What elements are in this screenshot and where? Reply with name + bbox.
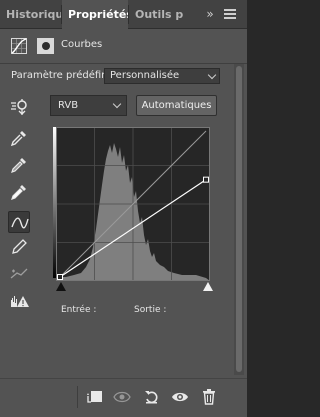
input-label: Entrée :	[61, 305, 97, 315]
tab-bar: Historique Propriétés Outils préc »	[0, 0, 247, 30]
reset-adjustments-icon[interactable]	[140, 385, 164, 409]
on-image-adjust-icon[interactable]	[9, 96, 31, 118]
white-point-eyedropper-icon[interactable]	[8, 181, 30, 203]
clipping-warning-icon[interactable]	[8, 290, 30, 312]
properties-panel: Historique Propriétés Outils préc » Cour…	[0, 0, 247, 417]
layer-mask-icon[interactable]	[37, 38, 54, 54]
gray-point-eyedropper-icon[interactable]	[8, 154, 30, 176]
preset-dropdown[interactable]: Personnalisée	[104, 68, 220, 84]
bottom-toolbar	[0, 378, 247, 417]
chevron-down-icon	[207, 70, 217, 80]
preset-value: Personnalisée	[110, 70, 180, 81]
adjustment-title: Courbes	[61, 39, 103, 50]
delete-adjustment-icon[interactable]	[197, 385, 221, 409]
tab-historique[interactable]: Historique	[0, 0, 61, 29]
panel-menu-icon[interactable]	[224, 9, 236, 20]
channel-value: RVB	[58, 100, 79, 111]
clip-to-layer-icon[interactable]	[82, 385, 106, 409]
tab-outils-predefinis[interactable]: Outils préc	[129, 0, 183, 29]
scrollbar-thumb[interactable]	[236, 66, 242, 372]
toggle-visibility-icon[interactable]	[168, 385, 192, 409]
toolbar-separator	[77, 386, 78, 408]
smooth-curve-icon[interactable]	[8, 262, 30, 284]
curve-edit-icon[interactable]	[8, 211, 30, 233]
curves-graph[interactable]	[56, 127, 210, 281]
preset-label: Paramètre prédéfini :	[11, 70, 117, 81]
curves-adjustment-icon	[11, 38, 27, 54]
curve-point	[57, 274, 63, 280]
black-point-eyedropper-icon[interactable]	[8, 127, 30, 149]
tab-proprietes[interactable]: Propriétés	[62, 0, 128, 30]
chevron-down-icon	[112, 99, 122, 109]
header-divider	[0, 63, 247, 64]
pencil-draw-icon[interactable]	[8, 236, 30, 258]
view-previous-state-icon[interactable]	[110, 385, 134, 409]
white-point-slider[interactable]	[203, 282, 213, 291]
channel-dropdown[interactable]: RVB	[50, 95, 127, 116]
auto-button[interactable]: Automatiques	[136, 95, 217, 116]
curve-point	[203, 176, 209, 183]
tab-overflow-chevron-icon[interactable]: »	[203, 0, 217, 29]
black-point-slider[interactable]	[56, 282, 66, 291]
output-label: Sortie :	[134, 305, 167, 315]
